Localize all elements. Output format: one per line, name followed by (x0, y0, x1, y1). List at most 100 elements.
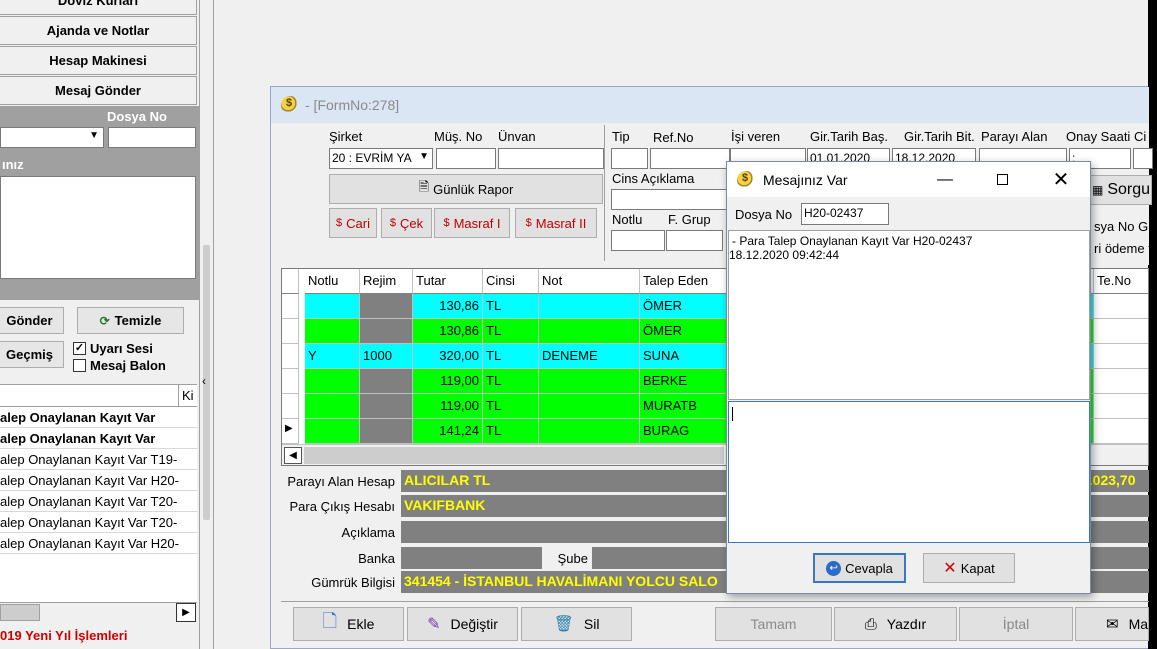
cek-button[interactable]: $ Çek (381, 208, 432, 238)
grid-cell[interactable]: TL (483, 419, 539, 444)
list-item[interactable]: alep Onaylanan Kayıt Var T20- (0, 491, 197, 512)
row-indicator[interactable] (282, 369, 299, 394)
grid-cell[interactable]: 130,86 (413, 319, 483, 344)
grid-cell[interactable] (360, 394, 413, 419)
header-notlu[interactable]: Notlu (305, 269, 360, 294)
mail-button[interactable]: ✉ Ma (1075, 607, 1149, 641)
header-cinsi[interactable]: Cinsi (483, 269, 539, 294)
sirket-select[interactable]: 20 : EVRİM YA ▼ (329, 148, 433, 169)
scroll-right-icon[interactable]: ▶ (176, 603, 196, 622)
row-indicator[interactable] (282, 294, 299, 319)
horizontal-scrollbar[interactable]: ▶ (0, 602, 197, 622)
sil-button[interactable]: 🗑 Sil (521, 607, 632, 641)
ci-input[interactable] (1133, 148, 1153, 169)
iptal-button[interactable]: İptal (959, 607, 1073, 641)
list-item[interactable]: alep Onaylanan Kayıt Var (0, 407, 197, 428)
list-item[interactable]: alep Onaylanan Kayıt Var (0, 428, 197, 449)
grid-cell[interactable] (305, 294, 360, 319)
notlu-input[interactable] (611, 230, 665, 251)
grid-cell[interactable]: ÖMER (640, 319, 728, 344)
grid-cell[interactable]: 1000 (360, 344, 413, 369)
minimize-icon[interactable]: — (916, 162, 974, 197)
grid-cell[interactable] (1094, 369, 1148, 394)
grid-cell[interactable]: 130,86 (413, 294, 483, 319)
header-te-no[interactable]: Te.No (1094, 269, 1148, 294)
grid-cell[interactable] (539, 294, 640, 319)
masraf2-button[interactable]: $ Masraf II (515, 208, 597, 238)
user-select[interactable]: ▼ (0, 127, 104, 148)
grid-cell[interactable] (1094, 294, 1148, 319)
grid-cell[interactable]: ÖMER (640, 294, 728, 319)
row-indicator[interactable] (282, 394, 299, 419)
yazdir-button[interactable]: ⎙ Yazdır (834, 607, 957, 641)
banka-field[interactable] (401, 547, 542, 569)
list-item[interactable]: alep Onaylanan Kayıt Var T19- (0, 449, 197, 470)
cari-button[interactable]: $ Cari (329, 208, 377, 238)
grid-cell[interactable] (305, 319, 360, 344)
grid-cell[interactable] (539, 394, 640, 419)
list-item[interactable]: alep Onaylanan Kayıt Var H20- (0, 533, 197, 554)
gunluk-rapor-button[interactable]: 🗎 Günlük Rapor (329, 174, 603, 204)
menu-mesaj-gonder[interactable]: Mesaj Gönder (0, 76, 197, 105)
grid-cell[interactable] (360, 319, 413, 344)
menu-doviz-kurlari[interactable]: Döviz Kurları (0, 0, 197, 15)
maximize-icon[interactable] (973, 162, 1031, 197)
grid-cell[interactable]: 119,00 (413, 394, 483, 419)
grid-cell[interactable] (305, 394, 360, 419)
grid-cell[interactable] (1094, 394, 1148, 419)
grid-cell[interactable]: MURATB (640, 394, 728, 419)
header-tutar[interactable]: Tutar (413, 269, 483, 294)
grid-cell[interactable] (1094, 344, 1148, 369)
chevron-left-icon[interactable]: ‹ (202, 374, 206, 388)
close-button[interactable]: ✕ Kapat (923, 553, 1015, 583)
list-item[interactable]: alep Onaylanan Kayıt Var H20- (0, 470, 197, 491)
close-icon[interactable]: ✕ (1032, 162, 1090, 197)
menu-ajanda-notlar[interactable]: Ajanda ve Notlar (0, 16, 197, 45)
send-button[interactable]: Gönder (0, 307, 64, 334)
tip-input[interactable] (611, 148, 648, 169)
grid-cell[interactable]: Y (305, 344, 360, 369)
grid-cell[interactable]: 119,00 (413, 369, 483, 394)
grid-cell[interactable] (360, 419, 413, 444)
f-grup-input[interactable] (666, 230, 723, 251)
sorgula-button[interactable]: ▦ Sorgu (1090, 175, 1152, 205)
row-indicator[interactable]: ▶ (282, 419, 299, 444)
reply-textarea[interactable] (728, 401, 1090, 543)
history-button[interactable]: Geçmiş (0, 341, 64, 368)
grid-cell[interactable] (360, 369, 413, 394)
dosya-no-input[interactable] (108, 127, 196, 148)
header-talep-eden[interactable]: Talep Eden (640, 269, 728, 294)
grid-cell[interactable] (539, 319, 640, 344)
grid-cell[interactable]: SUNA (640, 344, 728, 369)
grid-cell[interactable]: DENEME (539, 344, 640, 369)
grid-cell[interactable]: BURAG (640, 419, 728, 444)
reply-button[interactable]: ↩ Cevapla (813, 553, 906, 583)
grid-cell[interactable] (360, 294, 413, 319)
unvan-input[interactable] (498, 148, 604, 169)
message-balloon-checkbox[interactable]: Mesaj Balon (73, 358, 166, 373)
grid-cell[interactable]: TL (483, 369, 539, 394)
masraf1-button[interactable]: $ Masraf I (434, 208, 510, 238)
grid-cell[interactable] (305, 419, 360, 444)
grid-cell[interactable] (539, 419, 640, 444)
footer-link[interactable]: 019 Yeni Yıl İşlemleri (0, 628, 197, 643)
header-not[interactable]: Not (539, 269, 640, 294)
dosya-no-field[interactable]: H20-02437 (801, 203, 889, 225)
header-rejim[interactable]: Rejim (360, 269, 413, 294)
list-item[interactable]: alep Onaylanan Kayıt Var T20- (0, 512, 197, 533)
row-indicator[interactable] (282, 344, 299, 369)
grid-cell[interactable] (305, 369, 360, 394)
message-textarea[interactable] (0, 176, 196, 279)
grid-cell[interactable]: TL (483, 394, 539, 419)
grid-cell[interactable]: 141,24 (413, 419, 483, 444)
grid-cell[interactable]: 320,00 (413, 344, 483, 369)
mus-no-input[interactable] (436, 148, 496, 169)
scrollbar-thumb[interactable] (0, 604, 40, 621)
scroll-left-icon[interactable]: ◀ (284, 447, 302, 464)
row-indicator[interactable] (282, 319, 299, 344)
menu-hesap-makinesi[interactable]: Hesap Makinesi (0, 46, 197, 75)
grid-cell[interactable] (539, 369, 640, 394)
ekle-button[interactable]: 🗋 Ekle (293, 607, 404, 641)
tamam-button[interactable]: Tamam (715, 607, 832, 641)
grid-cell[interactable]: TL (483, 344, 539, 369)
